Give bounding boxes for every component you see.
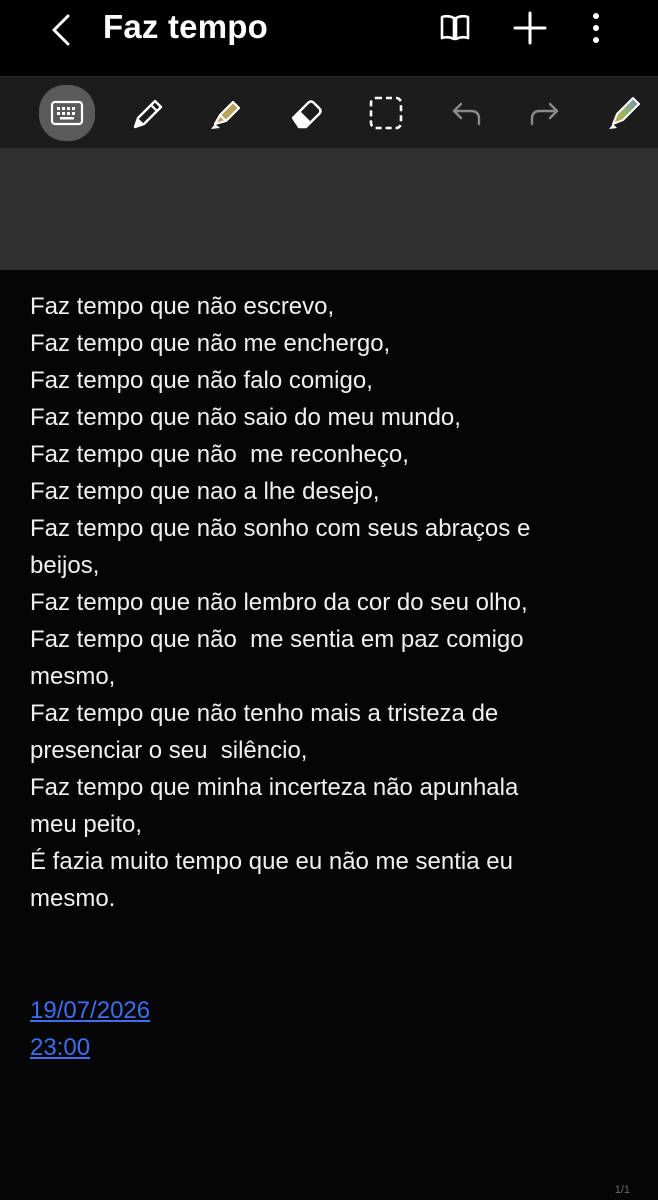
note-text-line: Faz tempo que não me sentia em paz comig… [30, 626, 524, 653]
note-title: Faz tempo [103, 8, 268, 45]
note-text-line: Faz tempo que nao a lhe desejo, [30, 478, 380, 505]
note-body[interactable]: Faz tempo que não escrevo, Faz tempo que … [30, 288, 640, 917]
pen-icon[interactable] [121, 87, 173, 139]
note-text-line: Faz tempo que não sonho com seus abraços… [30, 515, 531, 542]
note-links: 19/07/2026 23:00 [30, 992, 150, 1066]
highlighter-icon[interactable] [200, 87, 252, 139]
eraser-icon[interactable] [280, 87, 332, 139]
note-text-line: Faz tempo que não me reconheço, [30, 441, 409, 468]
add-icon[interactable] [512, 10, 548, 46]
pen-settings-icon[interactable] [598, 87, 650, 139]
note-text-line: meu peito, [30, 811, 143, 838]
keyboard-icon[interactable] [39, 85, 95, 141]
note-text-line: É fazia muito tempo que eu não me sentia… [30, 848, 513, 875]
undo-icon[interactable] [440, 87, 492, 139]
redo-icon[interactable] [519, 87, 571, 139]
date-link[interactable]: 19/07/2026 [30, 992, 150, 1029]
book-view-icon[interactable] [437, 10, 473, 46]
selection-icon[interactable] [360, 87, 412, 139]
more-vert-icon[interactable] [578, 10, 614, 46]
back-chevron-icon[interactable] [42, 10, 82, 50]
app-header: Faz tempo [0, 0, 658, 76]
time-link[interactable]: 23:00 [30, 1029, 150, 1066]
toolbar-panel-area [0, 148, 658, 270]
note-text-line: mesmo. [30, 885, 116, 912]
note-text-line: Faz tempo que não saio do meu mundo, [30, 404, 461, 431]
note-text-line: Faz tempo que não falo comigo, [30, 367, 373, 394]
page-indicator: 1/1 [614, 1184, 630, 1196]
note-text-line: Faz tempo que não lembro da cor do seu o… [30, 589, 528, 616]
note-text-line: mesmo, [30, 663, 116, 690]
note-text-line: Faz tempo que não me enchergo, [30, 330, 391, 357]
drawing-toolbar [0, 76, 658, 150]
note-text-line: presenciar o seu silêncio, [30, 737, 308, 764]
note-text-line: beijos, [30, 552, 100, 579]
note-text-line: Faz tempo que não escrevo, [30, 293, 335, 320]
note-text-line: Faz tempo que minha incerteza não apunha… [30, 774, 519, 801]
note-text-line: Faz tempo que não tenho mais a tristeza … [30, 700, 499, 727]
